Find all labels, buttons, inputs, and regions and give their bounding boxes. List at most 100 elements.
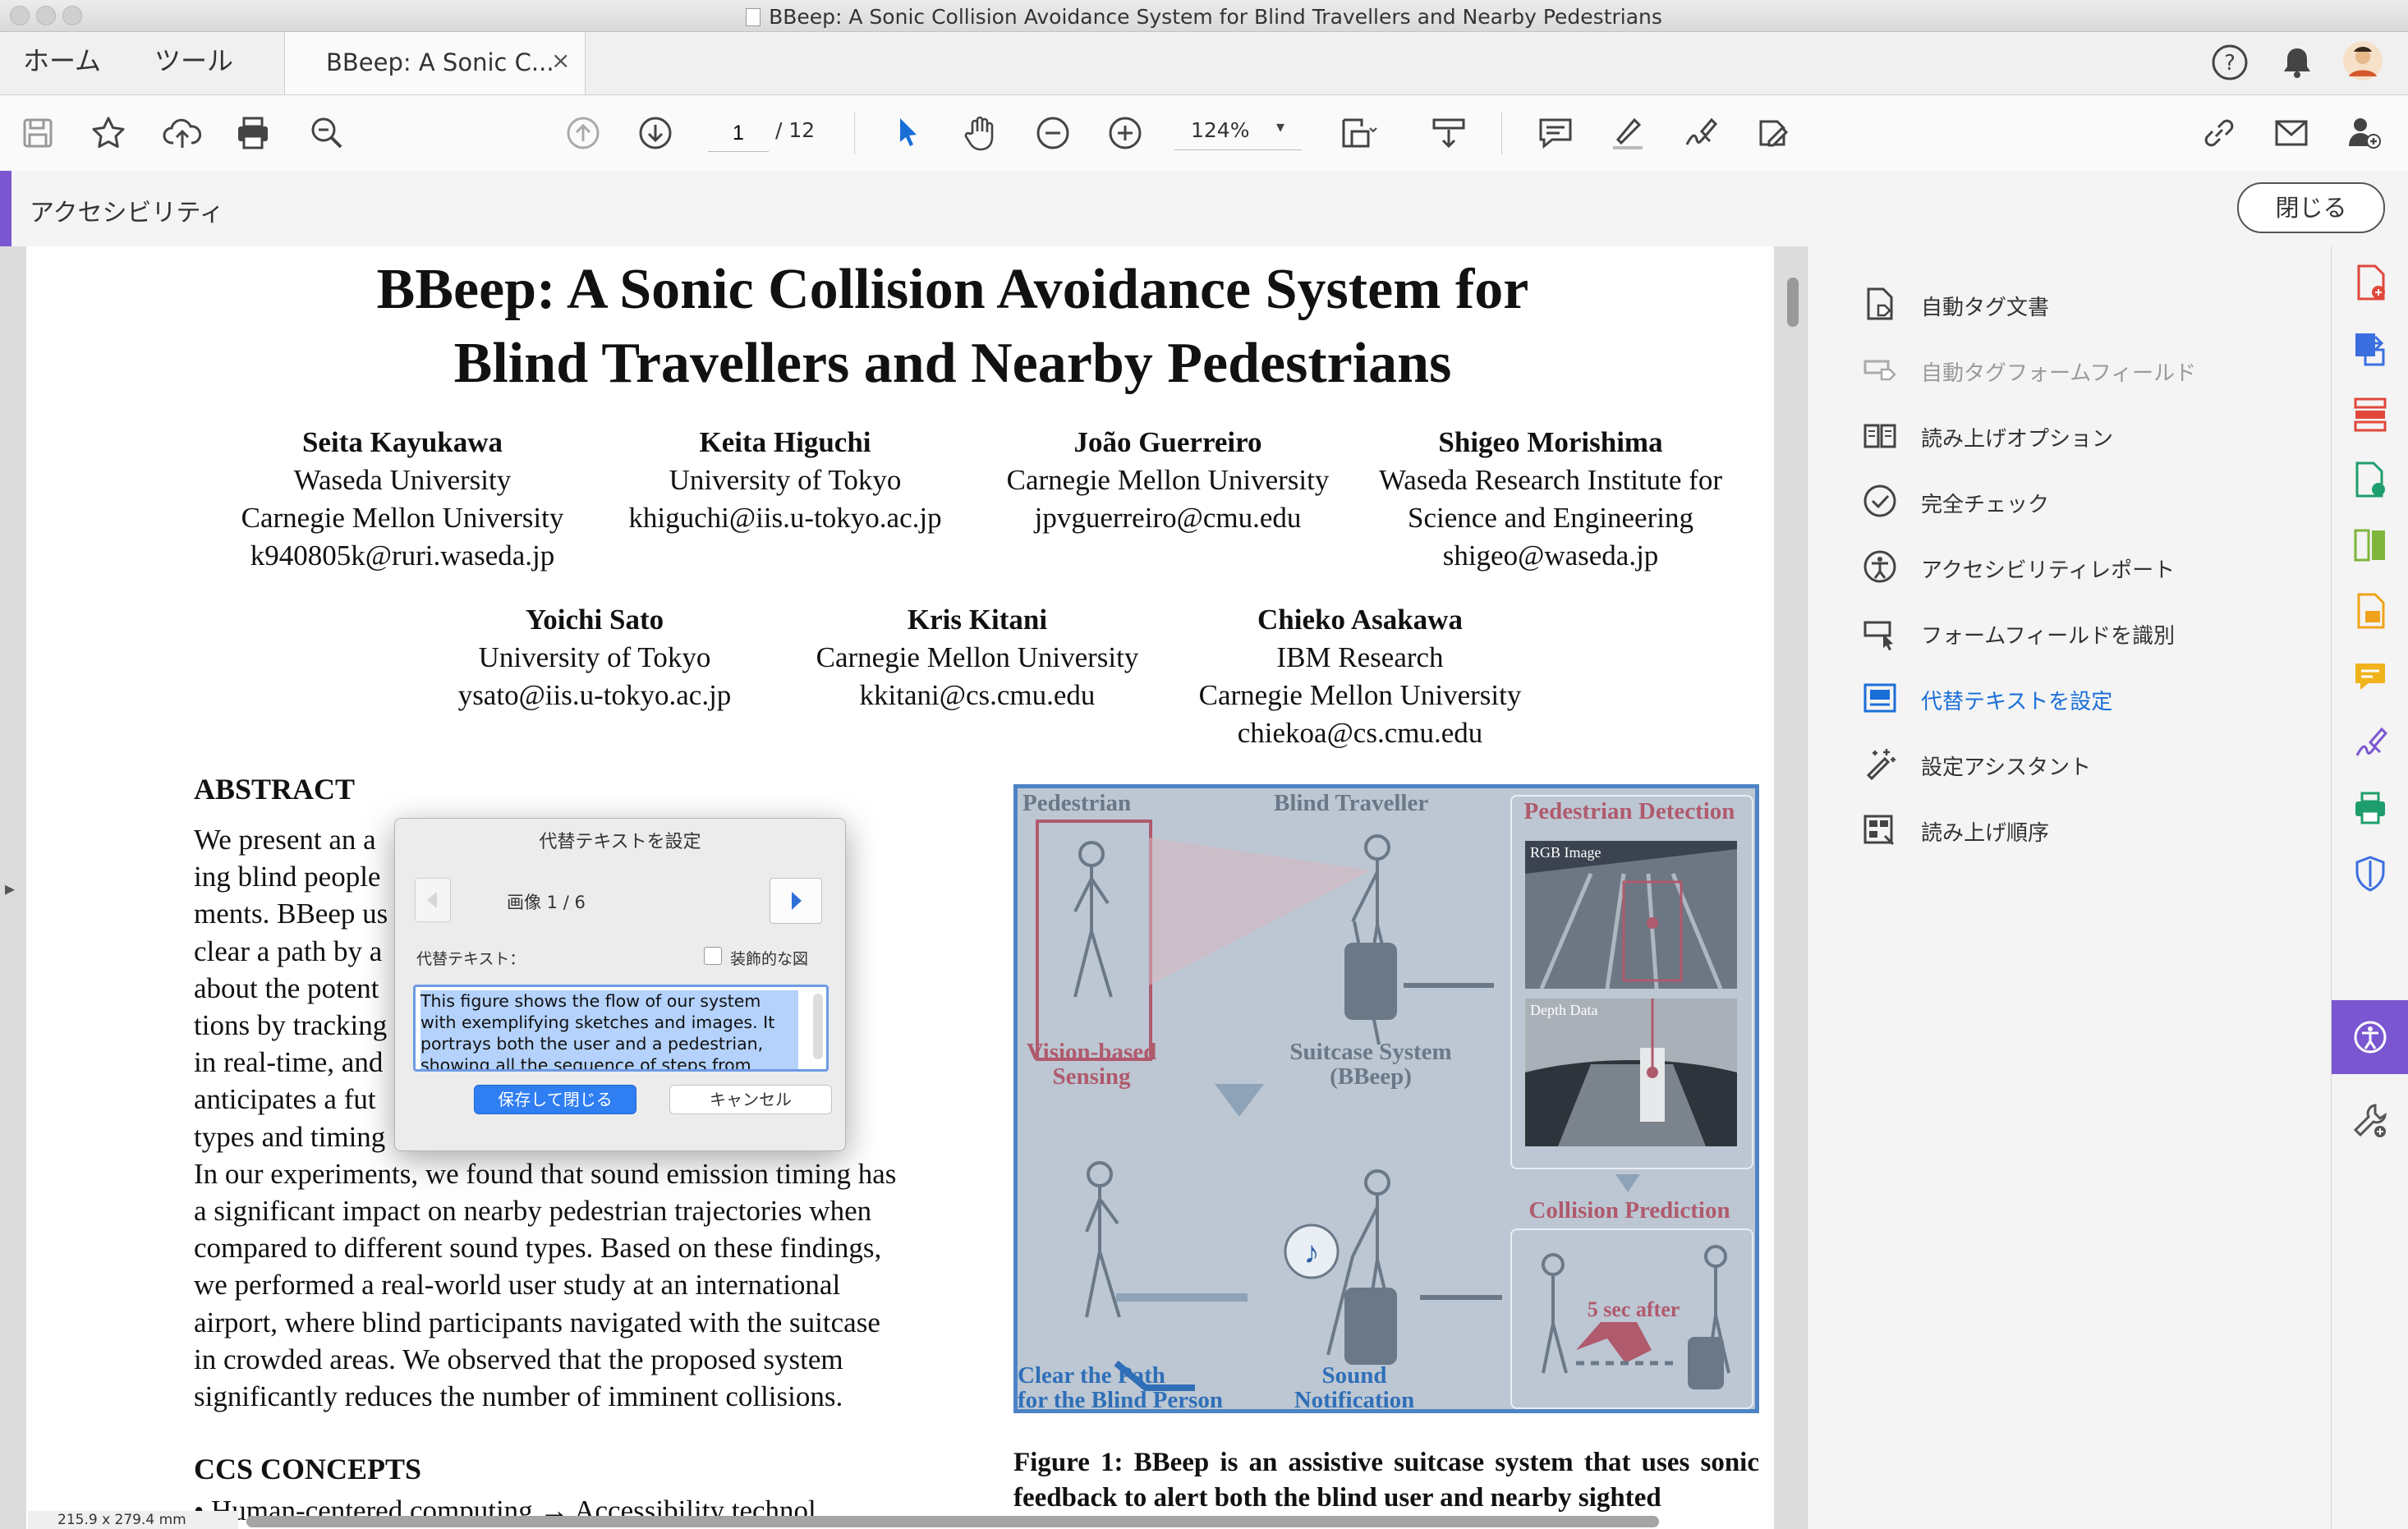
set-alt-text-dialog: 代替テキストを設定 画像 1 / 6 代替テキスト： 装飾的な図 This fi… — [394, 818, 846, 1151]
author-affiliation: Waseda University — [293, 464, 512, 496]
tool-setup-assistant[interactable]: 設定アシスタント — [1862, 739, 2322, 788]
add-user-icon[interactable] — [2342, 112, 2385, 154]
tool-auto-tag-document[interactable]: 自動タグ文書 — [1862, 279, 2322, 328]
email-icon[interactable] — [2270, 112, 2313, 154]
image-counter: 画像 1 / 6 — [507, 893, 586, 912]
upload-cloud-icon[interactable] — [161, 112, 204, 154]
author-affiliation: Science and Engineering — [1408, 502, 1693, 534]
save-icon[interactable] — [16, 112, 59, 154]
compare-icon[interactable] — [2351, 526, 2390, 565]
tool-reading-order[interactable]: 読み上げ順序 — [1862, 805, 2322, 854]
tab-tools[interactable]: ツール — [154, 40, 233, 78]
tool-label: 完全チェック — [1921, 493, 2050, 517]
horizontal-scrollbar[interactable] — [246, 1516, 1659, 1527]
close-tool-button[interactable]: 閉じる — [2237, 182, 2385, 233]
accessibility-title: アクセシビリティ — [30, 199, 224, 227]
bookmark-star-icon[interactable] — [87, 112, 130, 154]
figure-caption: Figure 1: BBeep is an assistive suitcase… — [1013, 1448, 1759, 1513]
author-block: Chieko Asakawa IBM Research Carnegie Mel… — [1163, 601, 1557, 752]
page-number-input[interactable] — [708, 115, 769, 152]
paper-title-line: Blind Travellers and Nearby Pedestrians — [453, 332, 1452, 395]
author-email: chiekoa@cs.cmu.edu — [1237, 717, 1483, 749]
notifications-bell-icon[interactable] — [2278, 44, 2316, 81]
print-production-icon[interactable] — [2351, 788, 2390, 828]
tab-home[interactable]: ホーム — [23, 40, 101, 78]
cancel-button[interactable]: キャンセル — [669, 1085, 832, 1114]
textarea-scrollbar[interactable] — [813, 994, 823, 1059]
alt-text-textarea[interactable]: This figure shows the flow of our system… — [413, 985, 829, 1072]
abstract-line: in crowded areas. We observed that the p… — [194, 1343, 843, 1375]
create-pdf-icon[interactable] — [2351, 263, 2390, 302]
user-avatar[interactable] — [2342, 40, 2383, 81]
full-check-icon — [1863, 484, 1896, 517]
tool-reading-options[interactable]: 読み上げオプション — [1862, 411, 2322, 460]
save-and-close-button[interactable]: 保存して閉じる — [474, 1085, 636, 1114]
sign-icon[interactable] — [1679, 112, 1721, 154]
author-affiliation: University of Tokyo — [478, 641, 711, 673]
search-zoom-icon[interactable] — [306, 112, 348, 154]
more-tools-icon[interactable] — [2351, 1100, 2390, 1140]
accessibility-tools-panel: 自動タグ文書 自動タグフォームフィールド 読み上げオプション 完全チェック アク… — [1807, 246, 2332, 1529]
close-tab-icon[interactable]: × — [551, 47, 570, 74]
export-pdf-icon[interactable] — [2351, 328, 2390, 368]
tool-accessibility-report[interactable]: アクセシビリティレポート — [1862, 542, 2322, 591]
author-affiliation: University of Tokyo — [669, 464, 902, 496]
page-down-icon[interactable] — [634, 112, 677, 154]
author-email: kkitani@cs.cmu.edu — [859, 679, 1096, 711]
tool-identify-form-fields[interactable]: フォームフィールドを識別 — [1862, 608, 2322, 657]
author-affiliation: IBM Research — [1276, 641, 1444, 673]
document-viewport[interactable]: ▸ BBeep: A Sonic Collision Avoidance Sys… — [0, 246, 1822, 1529]
author-affiliation: Waseda Research Institute for — [1379, 464, 1722, 496]
left-panel-toggle-icon[interactable]: ▸ — [5, 877, 15, 900]
author-email: k940805k@ruri.waseda.jp — [250, 540, 555, 572]
print-icon[interactable] — [232, 112, 274, 154]
author-block: Seita Kayukawa Waseda University Carnegi… — [205, 424, 600, 575]
author-name: Shigeo Morishima — [1438, 426, 1663, 458]
abstract-line: significantly reduces the number of immi… — [194, 1380, 843, 1413]
abstract-line: In our experiments, we found that sound … — [194, 1157, 897, 1190]
alt-text-value: This figure shows the flow of our system… — [420, 990, 798, 1069]
comment-icon[interactable] — [1534, 112, 1577, 154]
author-name: Chieko Asakawa — [1257, 604, 1463, 636]
vertical-scrollbar[interactable] — [1787, 278, 1799, 327]
highlight-pen-icon[interactable] — [1606, 112, 1649, 154]
help-icon[interactable]: ? — [2211, 44, 2249, 81]
zoom-level-select[interactable]: 124% ▾ — [1174, 115, 1302, 150]
tab-document[interactable]: BBeep: A Sonic C... × — [284, 32, 586, 94]
fill-sign-icon[interactable] — [2351, 723, 2390, 762]
combine-icon[interactable] — [2351, 591, 2390, 631]
abstract-line: airport, where blind participants naviga… — [194, 1306, 880, 1338]
figure-label: Sound Notification — [1294, 1362, 1415, 1413]
tool-full-check[interactable]: 完全チェック — [1862, 476, 2322, 526]
author-block: Yoichi Sato University of Tokyo ysato@ii… — [398, 601, 792, 714]
abstract-line: we performed a real-world user study at … — [194, 1269, 841, 1302]
page-up-icon[interactable] — [562, 112, 604, 154]
zoom-out-icon[interactable] — [1032, 112, 1074, 154]
hand-icon[interactable] — [959, 112, 1002, 154]
accessibility-report-icon — [1863, 550, 1896, 583]
comment-rail-icon[interactable] — [2351, 657, 2390, 696]
organize-pages-icon[interactable] — [2351, 394, 2390, 434]
abstract-line: a significant impact on nearby pedestria… — [194, 1195, 872, 1228]
figure-1-image[interactable]: Pedestrian Blind Traveller Pedestrian De… — [1013, 784, 1759, 1413]
window-title: BBeep: A Sonic Collision Avoidance Syste… — [0, 5, 2408, 29]
abstract-line: compared to different sound types. Based… — [194, 1232, 882, 1265]
accessibility-icon[interactable] — [2351, 1017, 2390, 1057]
tool-set-alt-text[interactable]: 代替テキストを設定 — [1862, 673, 2322, 723]
author-name: Keita Higuchi — [699, 426, 871, 458]
accessibility-toolbar: アクセシビリティ 閉じる — [0, 171, 2408, 247]
link-icon[interactable] — [2198, 112, 2240, 154]
edit-icon[interactable] — [1751, 112, 1794, 154]
fit-page-icon[interactable] — [1335, 112, 1378, 154]
protect-icon[interactable] — [2351, 854, 2390, 893]
decorative-checkbox[interactable] — [704, 947, 722, 965]
previous-image-button[interactable] — [415, 878, 451, 922]
page-size-readout: 215.9 x 279.4 mm — [28, 1511, 238, 1529]
select-arrow-icon[interactable] — [887, 112, 930, 154]
next-image-button[interactable] — [770, 878, 822, 924]
edit-pdf-icon[interactable] — [2351, 460, 2390, 499]
scroll-mode-icon[interactable] — [1427, 112, 1470, 154]
tool-auto-tag-form-field[interactable]: 自動タグフォームフィールド — [1862, 345, 2322, 394]
tool-label: アクセシビリティレポート — [1921, 558, 2176, 583]
zoom-in-icon[interactable] — [1104, 112, 1147, 154]
